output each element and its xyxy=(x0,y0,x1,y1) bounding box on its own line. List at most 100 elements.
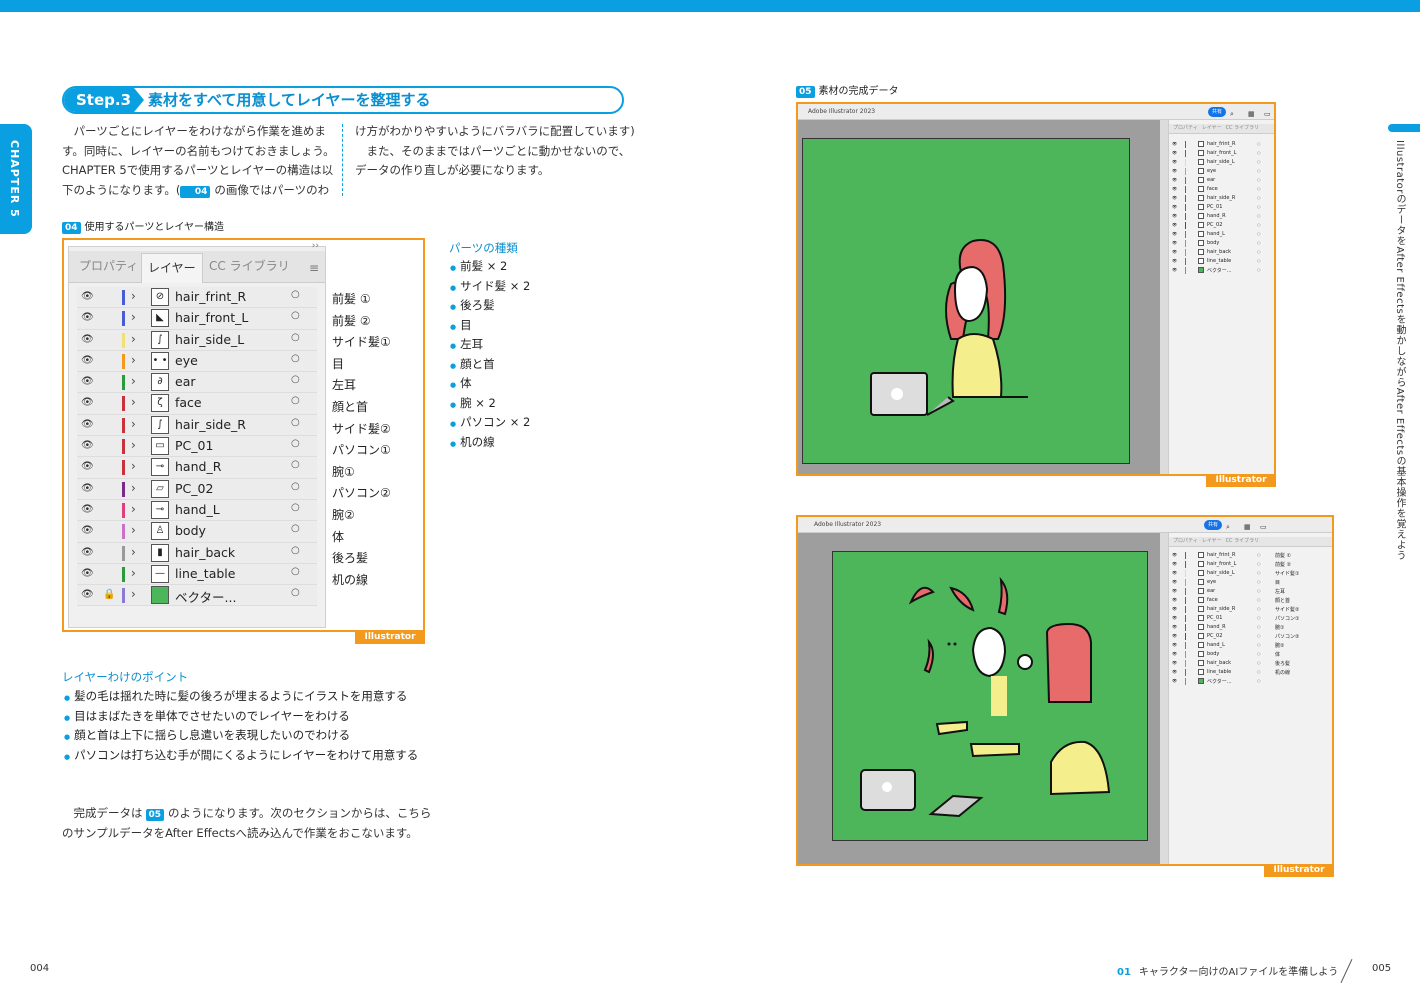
eye-icon[interactable]: 👁 xyxy=(1172,177,1177,182)
eye-icon[interactable]: 👁 xyxy=(1172,678,1177,683)
eye-icon[interactable]: 👁 xyxy=(81,525,94,536)
layer-row[interactable]: 👁 › — line_table ○ xyxy=(77,563,317,586)
eye-icon[interactable]: 👁 xyxy=(1172,597,1177,602)
target-icon[interactable]: ○ xyxy=(291,374,300,385)
target-icon[interactable]: ○ xyxy=(1257,570,1261,575)
mini-layer-row[interactable]: 👁 hair_side_L ○ サイド髪① xyxy=(1169,569,1332,578)
target-icon[interactable]: ○ xyxy=(291,545,300,556)
chevron-right-icon[interactable]: › xyxy=(131,289,136,303)
target-icon[interactable]: ○ xyxy=(1257,588,1261,593)
target-icon[interactable]: ○ xyxy=(1257,669,1261,674)
eye-icon[interactable]: 👁 xyxy=(1172,561,1177,566)
eye-icon[interactable]: 👁 xyxy=(1172,615,1177,620)
mini-tab-cc-2[interactable]: CC ライブラリ xyxy=(1226,538,1260,544)
eye-icon[interactable]: 👁 xyxy=(1172,669,1177,674)
target-icon[interactable]: ○ xyxy=(1257,258,1261,263)
eye-icon[interactable]: 👁 xyxy=(1172,168,1177,173)
mini-layer-row[interactable]: 👁 hand_L ○ xyxy=(1169,230,1274,239)
mini-layer-row[interactable]: 👁 PC_02 ○ xyxy=(1169,221,1274,230)
mini-layer-row[interactable]: 👁 PC_02 ○ パソコン② xyxy=(1169,632,1332,641)
eye-icon[interactable]: 👁 xyxy=(1172,651,1177,656)
eye-icon[interactable]: 👁 xyxy=(1172,579,1177,584)
layer-row[interactable]: 👁 › ∫ hair_side_R ○ xyxy=(77,414,317,437)
eye-icon[interactable]: 👁 xyxy=(81,568,94,579)
mini-layer-row[interactable]: 👁 face ○ xyxy=(1169,185,1274,194)
mini-tab-layers[interactable]: レイヤー xyxy=(1202,125,1222,131)
target-icon[interactable]: ○ xyxy=(1257,213,1261,218)
target-icon[interactable]: ○ xyxy=(1257,186,1261,191)
lock-icon[interactable]: 🔒 xyxy=(103,589,115,600)
mini-layer-row[interactable]: 👁 hair_side_L ○ xyxy=(1169,158,1274,167)
target-icon[interactable]: ○ xyxy=(1257,579,1261,584)
target-icon[interactable]: ○ xyxy=(1257,240,1261,245)
layer-row[interactable]: 👁 › ◣ hair_front_L ○ xyxy=(77,308,317,330)
eye-icon[interactable]: 👁 xyxy=(81,440,94,451)
eye-icon[interactable]: 👁 xyxy=(1172,588,1177,593)
mini-layer-row[interactable]: 👁 ear ○ 左耳 xyxy=(1169,587,1332,596)
mini-layer-row[interactable]: 👁 line_table ○ xyxy=(1169,257,1274,266)
target-icon[interactable]: ○ xyxy=(291,587,300,598)
mini-layer-row[interactable]: 👁 hand_R ○ 腕① xyxy=(1169,623,1332,632)
mini-layer-row[interactable]: 👁 PC_01 ○ xyxy=(1169,203,1274,212)
chevron-right-icon[interactable]: › xyxy=(131,587,136,601)
chevron-right-icon[interactable]: › xyxy=(131,459,136,473)
tab-layers[interactable]: レイヤー xyxy=(141,253,203,283)
eye-icon[interactable]: 👁 xyxy=(81,312,94,323)
target-icon[interactable]: ○ xyxy=(1257,150,1261,155)
mini-layer-row[interactable]: 👁 hair_back ○ 後ろ髪 xyxy=(1169,659,1332,668)
eye-icon[interactable]: 👁 xyxy=(81,483,94,494)
layer-row[interactable]: 👁 › ⊸ hand_R ○ xyxy=(77,457,317,479)
tab-properties[interactable]: プロパティ xyxy=(79,257,138,274)
eye-icon[interactable]: 👁 xyxy=(1172,150,1177,155)
target-icon[interactable]: ○ xyxy=(291,502,300,513)
eye-icon[interactable]: 👁 xyxy=(1172,633,1177,638)
layer-row[interactable]: 👁 › ▭ PC_01 ○ xyxy=(77,436,317,458)
target-icon[interactable]: ○ xyxy=(1257,222,1261,227)
chevron-right-icon[interactable]: › xyxy=(131,481,136,495)
layer-row[interactable]: 👁 › ▱ PC_02 ○ xyxy=(77,478,317,500)
layer-row[interactable]: 👁 › ∫ hair_side_L ○ xyxy=(77,329,317,351)
target-icon[interactable]: ○ xyxy=(1257,678,1261,683)
eye-icon[interactable]: 👁 xyxy=(81,376,94,387)
eye-icon[interactable]: 👁 xyxy=(1172,204,1177,209)
chevron-right-icon[interactable]: › xyxy=(131,523,136,537)
eye-icon[interactable]: 👁 xyxy=(81,504,94,515)
eye-icon[interactable]: 👁 xyxy=(1172,195,1177,200)
mini-tab-properties[interactable]: プロパティ xyxy=(1173,125,1198,131)
target-icon[interactable]: ○ xyxy=(1257,267,1261,272)
mini-tab-properties-2[interactable]: プロパティ xyxy=(1173,538,1198,544)
layer-row[interactable]: 👁 › ▮ hair_back ○ xyxy=(77,542,317,564)
target-icon[interactable]: ○ xyxy=(1257,552,1261,557)
chevron-right-icon[interactable]: › xyxy=(131,310,136,324)
mini-layer-row[interactable]: 👁 eye ○ 目 xyxy=(1169,578,1332,587)
target-icon[interactable]: ○ xyxy=(1257,651,1261,656)
eye-icon[interactable]: 👁 xyxy=(1172,570,1177,575)
target-icon[interactable]: ○ xyxy=(1257,159,1261,164)
target-icon[interactable]: ○ xyxy=(1257,168,1261,173)
mini-tab-cc[interactable]: CC ライブラリ xyxy=(1226,125,1260,131)
eye-icon[interactable]: 👁 xyxy=(81,461,94,472)
target-icon[interactable]: ○ xyxy=(1257,642,1261,647)
layer-row[interactable]: 👁 › • • eye ○ xyxy=(77,350,317,373)
target-icon[interactable]: ○ xyxy=(291,523,300,534)
chevron-right-icon[interactable]: › xyxy=(131,353,136,367)
chevron-right-icon[interactable]: › xyxy=(131,332,136,346)
target-icon[interactable]: ○ xyxy=(1257,615,1261,620)
target-icon[interactable]: ○ xyxy=(1257,195,1261,200)
mini-layer-row[interactable]: 👁 hair_frint_R ○ xyxy=(1169,140,1274,149)
eye-icon[interactable]: 👁 xyxy=(1172,258,1177,263)
mini-layer-row[interactable]: 👁 ear ○ xyxy=(1169,176,1274,185)
mini-layer-row[interactable]: 👁 ベクター... ○ xyxy=(1169,266,1274,275)
mini-layer-row[interactable]: 👁 hair_back ○ xyxy=(1169,248,1274,257)
mini-layer-row[interactable]: 👁 PC_01 ○ パソコン① xyxy=(1169,614,1332,623)
chevron-right-icon[interactable]: › xyxy=(131,566,136,580)
chevron-right-icon[interactable]: › xyxy=(131,545,136,559)
panel-collapse-icon[interactable]: ›› xyxy=(312,241,319,251)
target-icon[interactable]: ○ xyxy=(291,395,300,406)
mini-layer-row[interactable]: 👁 hair_front_L ○ 前髪 ② xyxy=(1169,560,1332,569)
chevron-right-icon[interactable]: › xyxy=(131,417,136,431)
eye-icon[interactable]: 👁 xyxy=(1172,606,1177,611)
mini-layer-row[interactable]: 👁 hand_L ○ 腕② xyxy=(1169,641,1332,650)
eye-icon[interactable]: 👁 xyxy=(81,291,94,302)
layer-row[interactable]: 👁 › ♙ body ○ xyxy=(77,521,317,543)
